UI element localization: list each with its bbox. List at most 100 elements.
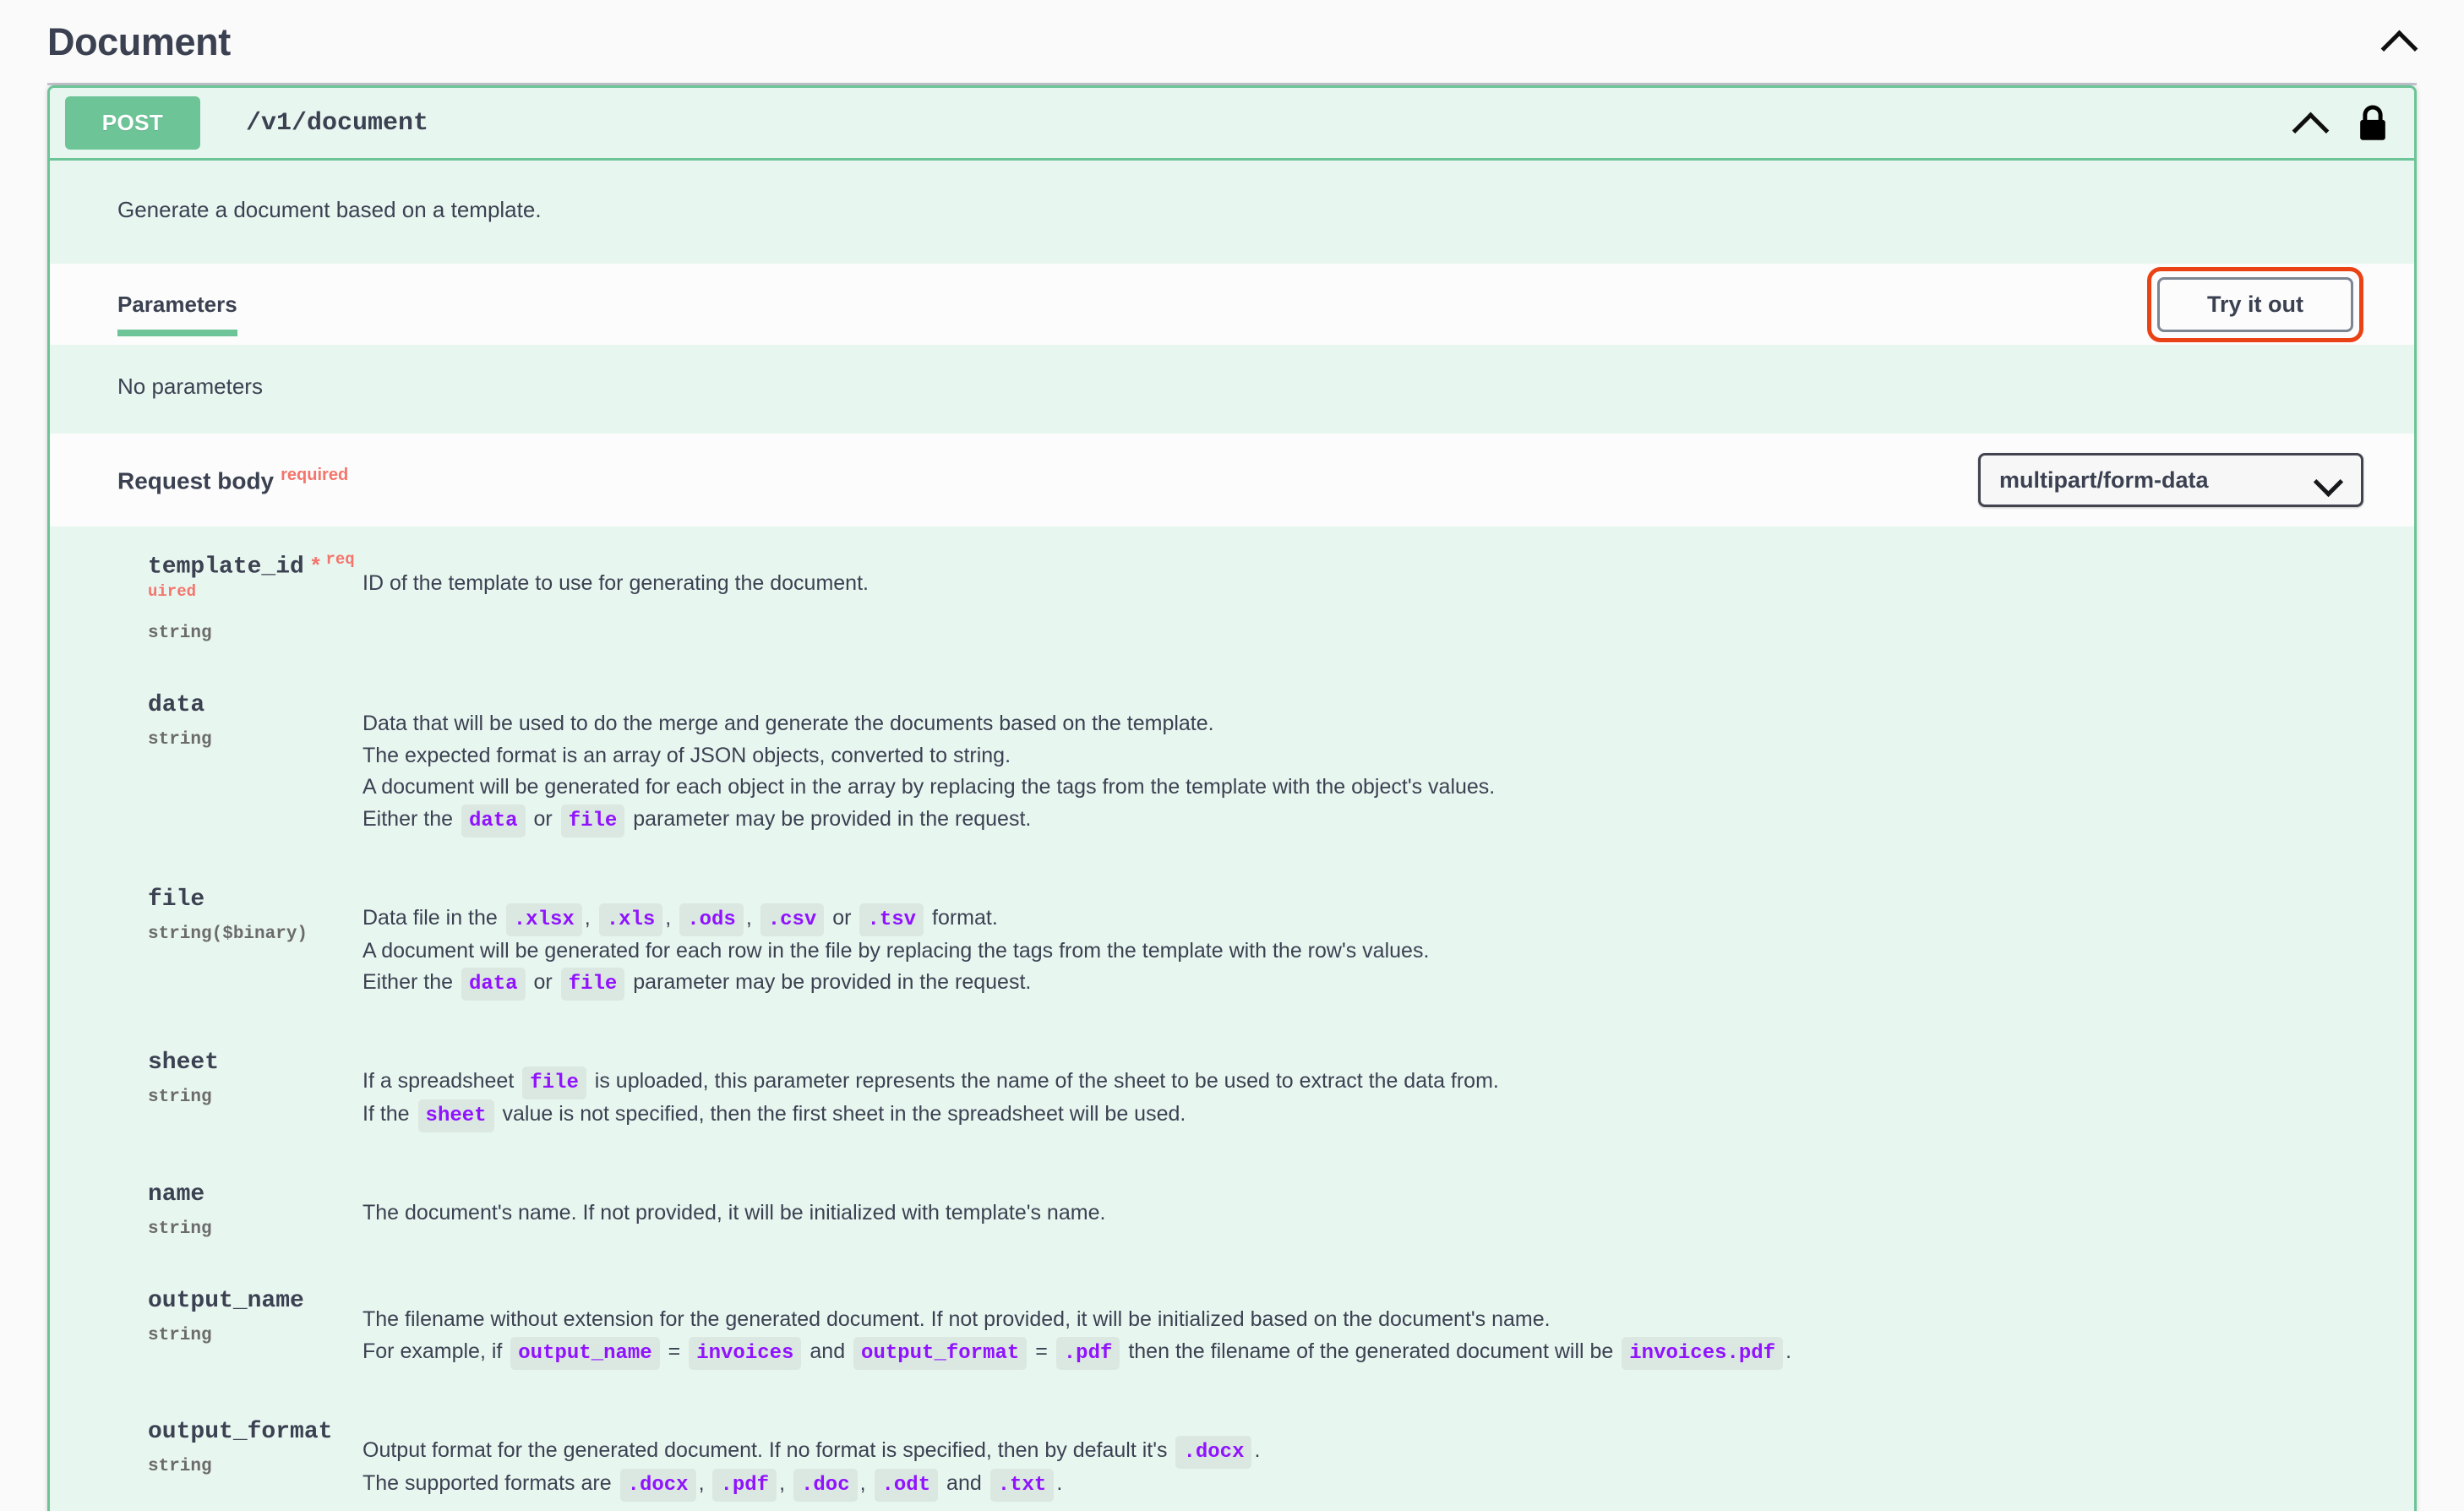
- inline-code: .pdf: [1055, 1336, 1120, 1370]
- opblock-post-document: POST /v1/document Generate a document ba…: [47, 85, 2417, 1511]
- inline-code: .csv: [760, 903, 825, 936]
- opblock-summary[interactable]: POST /v1/document: [50, 88, 2414, 161]
- inline-code: .xlsx: [505, 903, 582, 936]
- inline-code: output_name: [510, 1336, 660, 1370]
- param-description: If a spreadsheet file is uploaded, this …: [363, 1066, 2363, 1133]
- inline-code: file: [522, 1066, 586, 1100]
- param-description: ID of the template to use for generating…: [363, 569, 2363, 599]
- parameters-table-body: template_id * required string ID of the temp…: [50, 526, 2414, 1511]
- tab-parameters-label: Parameters: [117, 291, 237, 317]
- request-body-title: Request body: [117, 467, 275, 494]
- table-row: file string($binary) Data file in the .xls…: [50, 861, 2414, 1025]
- param-description-line: Output format for the generated document…: [363, 1436, 2363, 1470]
- param-description-cell: Data file in the .xlsx, .xls, .ods, .csv…: [363, 861, 2414, 1025]
- table-row: data string Data that will be used to do t…: [50, 667, 2414, 861]
- inline-code: file: [560, 804, 625, 837]
- param-description-line: The expected format is an array of JSON …: [363, 743, 1011, 767]
- param-name: template_id * required: [148, 550, 355, 601]
- param-type: string($binary): [148, 924, 308, 944]
- parameters-tab-bar: Parameters Try it out: [50, 264, 2414, 346]
- request-body-bar: Request body required multipart/form-data: [50, 434, 2414, 527]
- opblock-controls: [2292, 105, 2394, 142]
- required-asterisk: *: [308, 554, 323, 580]
- request-body-parameters-table: template_id * required string ID of the temp…: [50, 526, 2414, 1511]
- table-row: output_name string The filename without ex…: [50, 1263, 2414, 1394]
- param-description-cell: Data that will be used to do the merge a…: [363, 667, 2414, 861]
- inline-code: .xls: [598, 903, 663, 936]
- param-type: string: [148, 624, 212, 644]
- param-description: Data file in the .xlsx, .xls, .ods, .csv…: [363, 903, 2363, 1001]
- param-name-cell: output_name string: [50, 1263, 363, 1394]
- param-description-line: The supported formats are .docx, .pdf, .…: [363, 1469, 2363, 1503]
- param-description-line: A document will be generated for each ro…: [363, 938, 1430, 963]
- inline-code: .docx: [619, 1469, 696, 1503]
- param-name-cell: sheet string: [50, 1024, 363, 1156]
- param-description-line: A document will be generated for each ob…: [363, 775, 1496, 799]
- inline-code: file: [560, 968, 625, 1001]
- operation-description: Generate a document based on a template.: [50, 161, 2414, 265]
- param-description-line: The document's name. If not provided, it…: [363, 1201, 1106, 1225]
- request-body-label: Request body required: [117, 466, 348, 494]
- param-name: output_format: [148, 1419, 333, 1446]
- chevron-up-icon[interactable]: [2381, 24, 2417, 59]
- param-name-cell: template_id * requiredstring: [50, 526, 363, 667]
- param-name: output_name: [148, 1288, 304, 1315]
- inline-code: .odt: [874, 1469, 939, 1503]
- no-parameters-text: No parameters: [50, 345, 2414, 434]
- inline-code: data: [461, 804, 526, 837]
- http-method-badge: POST: [65, 96, 200, 150]
- table-row: name string The document's name. If not pr…: [50, 1156, 2414, 1263]
- param-description: Output format for the generated document…: [363, 1436, 2363, 1503]
- param-description: The document's name. If not provided, it…: [363, 1198, 2363, 1229]
- param-description: The filename without extension for the g…: [363, 1305, 2363, 1370]
- request-body-required-badge: required: [281, 466, 349, 485]
- inline-code: .doc: [793, 1469, 858, 1503]
- param-type: string: [148, 1457, 212, 1477]
- param-description-line: Either the data or file parameter may be…: [363, 968, 2363, 1001]
- param-type: string: [148, 1219, 212, 1240]
- param-description-cell: The filename without extension for the g…: [363, 1263, 2414, 1394]
- param-name-cell: name string: [50, 1156, 363, 1263]
- table-row: sheet string If a spreadsheet file is uplo…: [50, 1024, 2414, 1156]
- param-name-cell: file string($binary): [50, 861, 363, 1025]
- param-description-line: For example, if output_name = invoices a…: [363, 1336, 2363, 1370]
- content-type-select[interactable]: multipart/form-data: [1978, 453, 2363, 508]
- param-description: Data that will be used to do the merge a…: [363, 709, 2363, 837]
- required-label: required: [148, 550, 355, 601]
- param-description-line: ID of the template to use for generating…: [363, 571, 869, 596]
- param-description-line: The filename without extension for the g…: [363, 1307, 1551, 1332]
- inline-code: .docx: [1175, 1436, 1252, 1470]
- inline-code: sheet: [417, 1099, 494, 1133]
- try-it-out-button[interactable]: Try it out: [2157, 276, 2353, 332]
- param-description-cell: If a spreadsheet file is uploaded, this …: [363, 1024, 2414, 1156]
- inline-code: output_format: [853, 1336, 1028, 1370]
- param-description-cell: Output format for the generated document…: [363, 1394, 2414, 1511]
- inline-code: .ods: [679, 903, 744, 936]
- param-description-line: Data file in the .xlsx, .xls, .ods, .csv…: [363, 903, 2363, 936]
- try-it-out-highlight: Try it out: [2147, 266, 2363, 342]
- param-name: sheet: [148, 1050, 220, 1077]
- param-name: file: [148, 886, 205, 913]
- param-type: string: [148, 1088, 212, 1108]
- lock-icon[interactable]: [2357, 105, 2389, 142]
- param-description-line: If a spreadsheet file is uploaded, this …: [363, 1066, 2363, 1100]
- table-row: output_formatstring Output format for the…: [50, 1394, 2414, 1511]
- inline-code: invoices.pdf: [1622, 1336, 1784, 1370]
- param-description-cell: The document's name. If not provided, it…: [363, 1156, 2414, 1263]
- inline-code: invoices: [689, 1336, 802, 1370]
- param-description-line: If the sheet value is not specified, the…: [363, 1099, 2363, 1133]
- tab-parameters[interactable]: Parameters: [117, 264, 237, 345]
- content-type-select-wrap: multipart/form-data: [1978, 453, 2363, 508]
- param-name: name: [148, 1181, 205, 1208]
- param-description-cell: ID of the template to use for generating…: [363, 526, 2414, 667]
- page-title: Document: [47, 19, 231, 63]
- inline-code: data: [461, 968, 526, 1001]
- chevron-up-icon[interactable]: [2292, 106, 2328, 141]
- inline-code: .pdf: [712, 1469, 777, 1503]
- inline-code: .txt: [989, 1469, 1055, 1503]
- inline-code: .tsv: [859, 903, 924, 936]
- tag-header[interactable]: Document: [0, 0, 2464, 83]
- param-name: data: [148, 692, 205, 719]
- param-name-cell: data string: [50, 667, 363, 861]
- endpoint-path: /v1/document: [246, 108, 429, 138]
